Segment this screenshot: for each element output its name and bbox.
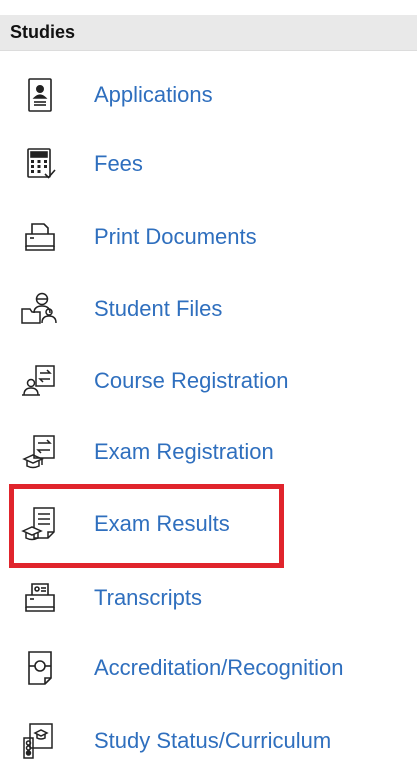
menu-item-exam-results[interactable]: Exam Results bbox=[0, 497, 417, 551]
application-form-icon bbox=[20, 75, 60, 115]
menu-item-accreditation-recognition[interactable]: Accreditation/Recognition bbox=[0, 641, 417, 695]
section-header: Studies bbox=[0, 15, 417, 51]
menu-item-label: Fees bbox=[94, 151, 143, 176]
menu-item-student-files[interactable]: Student Files bbox=[0, 282, 417, 336]
exam-results-icon bbox=[20, 504, 60, 544]
menu-item-fees[interactable]: Fees bbox=[0, 137, 417, 191]
transcript-printer-icon bbox=[20, 578, 60, 618]
menu-item-label: Print Documents bbox=[94, 224, 257, 249]
exam-registration-icon bbox=[20, 432, 60, 472]
section-title: Studies bbox=[10, 22, 76, 42]
course-registration-icon bbox=[20, 361, 60, 401]
menu-item-label: Study Status/Curriculum bbox=[94, 728, 332, 753]
menu-item-transcripts[interactable]: Transcripts bbox=[0, 571, 417, 625]
menu-item-label: Course Registration bbox=[94, 368, 289, 393]
menu-item-label: Exam Registration bbox=[94, 439, 274, 464]
menu-item-label: Exam Results bbox=[94, 511, 230, 536]
calculator-icon bbox=[20, 144, 60, 184]
menu-item-course-registration[interactable]: Course Registration bbox=[0, 354, 417, 408]
menu-item-print-documents[interactable]: Print Documents bbox=[0, 210, 417, 264]
student-files-icon bbox=[20, 289, 60, 329]
printer-icon bbox=[20, 217, 60, 257]
menu-item-study-status-curriculum[interactable]: Study Status/Curriculum bbox=[0, 714, 417, 768]
menu-item-label: Transcripts bbox=[94, 585, 202, 610]
menu-item-applications[interactable]: Applications bbox=[0, 68, 417, 122]
accreditation-document-icon bbox=[20, 648, 60, 688]
study-status-icon bbox=[20, 721, 60, 761]
menu-item-label: Student Files bbox=[94, 296, 223, 321]
studies-panel: Studies Applications Fees Print Document… bbox=[0, 0, 417, 773]
menu-item-label: Accreditation/Recognition bbox=[94, 655, 344, 680]
menu-item-label: Applications bbox=[94, 82, 213, 107]
menu-item-exam-registration[interactable]: Exam Registration bbox=[0, 425, 417, 479]
